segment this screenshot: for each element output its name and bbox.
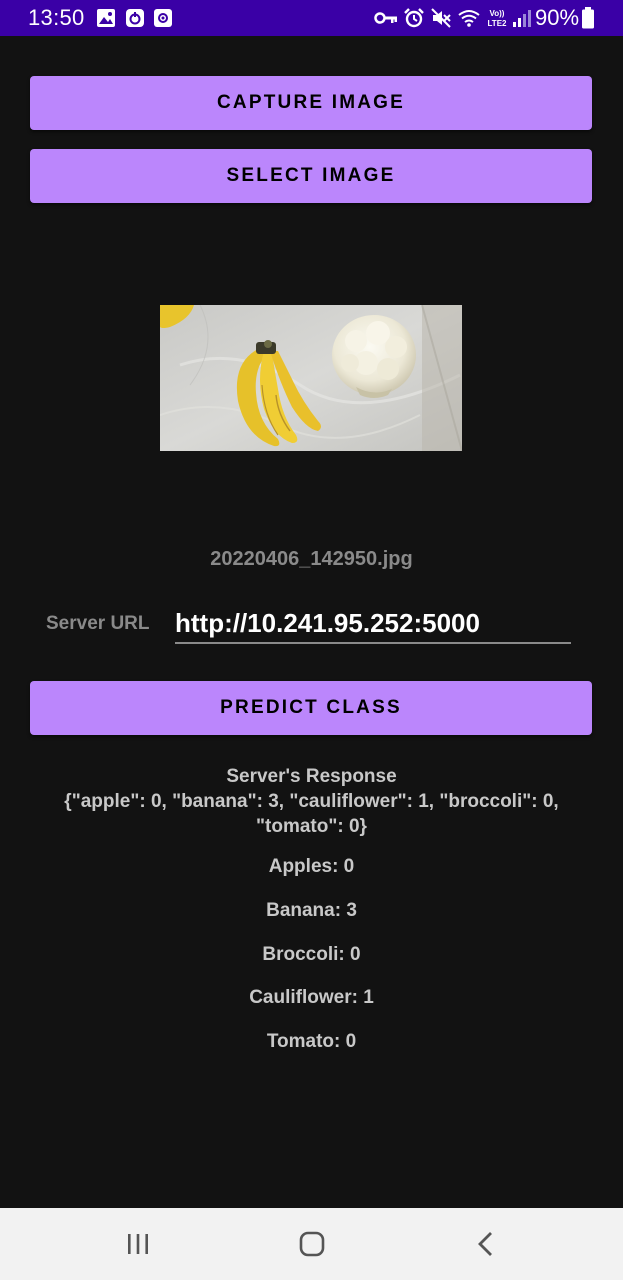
- count-apples: Apples: 0: [268, 856, 355, 877]
- app-icon: [126, 9, 144, 27]
- server-url-label: Server URL: [46, 613, 150, 634]
- signal-icon: [513, 10, 531, 27]
- server-url-input[interactable]: [175, 604, 571, 644]
- status-bar: 13:50 Vo)) LTE2 90%: [0, 0, 623, 36]
- select-image-button[interactable]: SELECT IMAGE: [30, 149, 592, 203]
- record-icon: [154, 9, 172, 27]
- server-response-title: Server's Response: [226, 766, 397, 787]
- capture-image-button[interactable]: CAPTURE IMAGE: [30, 76, 592, 130]
- recent-apps-icon[interactable]: [122, 1228, 154, 1260]
- predict-class-button[interactable]: PREDICT CLASS: [30, 681, 592, 735]
- image-filename: 20220406_142950.jpg: [210, 548, 413, 570]
- server-response: Server's Response {"apple": 0, "banana":…: [40, 764, 583, 839]
- image-preview: [160, 305, 462, 451]
- app-content: CAPTURE IMAGE SELECT IMAGE 20220406_1429…: [0, 36, 623, 1208]
- status-time: 13:50: [28, 5, 85, 30]
- count-cauliflower: Cauliflower: 1: [249, 987, 374, 1008]
- battery-icon: [582, 7, 594, 29]
- volte-icon: Vo)) LTE2: [488, 9, 508, 28]
- svg-text:Vo)): Vo)): [490, 9, 505, 18]
- alarm-icon: [404, 8, 424, 28]
- battery-percent: 90%: [535, 5, 580, 30]
- server-response-body: {"apple": 0, "banana": 3, "cauliflower":…: [64, 791, 559, 837]
- mute-icon: [431, 8, 451, 28]
- vpn-key-icon: [374, 12, 397, 24]
- back-icon[interactable]: [470, 1228, 502, 1260]
- count-banana: Banana: 3: [266, 900, 357, 921]
- navigation-bar: [0, 1208, 623, 1280]
- wifi-icon: [458, 10, 480, 27]
- gallery-icon: [97, 9, 115, 27]
- home-icon[interactable]: [296, 1228, 328, 1260]
- count-broccoli: Broccoli: 0: [262, 944, 361, 965]
- count-tomato: Tomato: 0: [266, 1031, 357, 1052]
- svg-text:LTE2: LTE2: [488, 19, 508, 28]
